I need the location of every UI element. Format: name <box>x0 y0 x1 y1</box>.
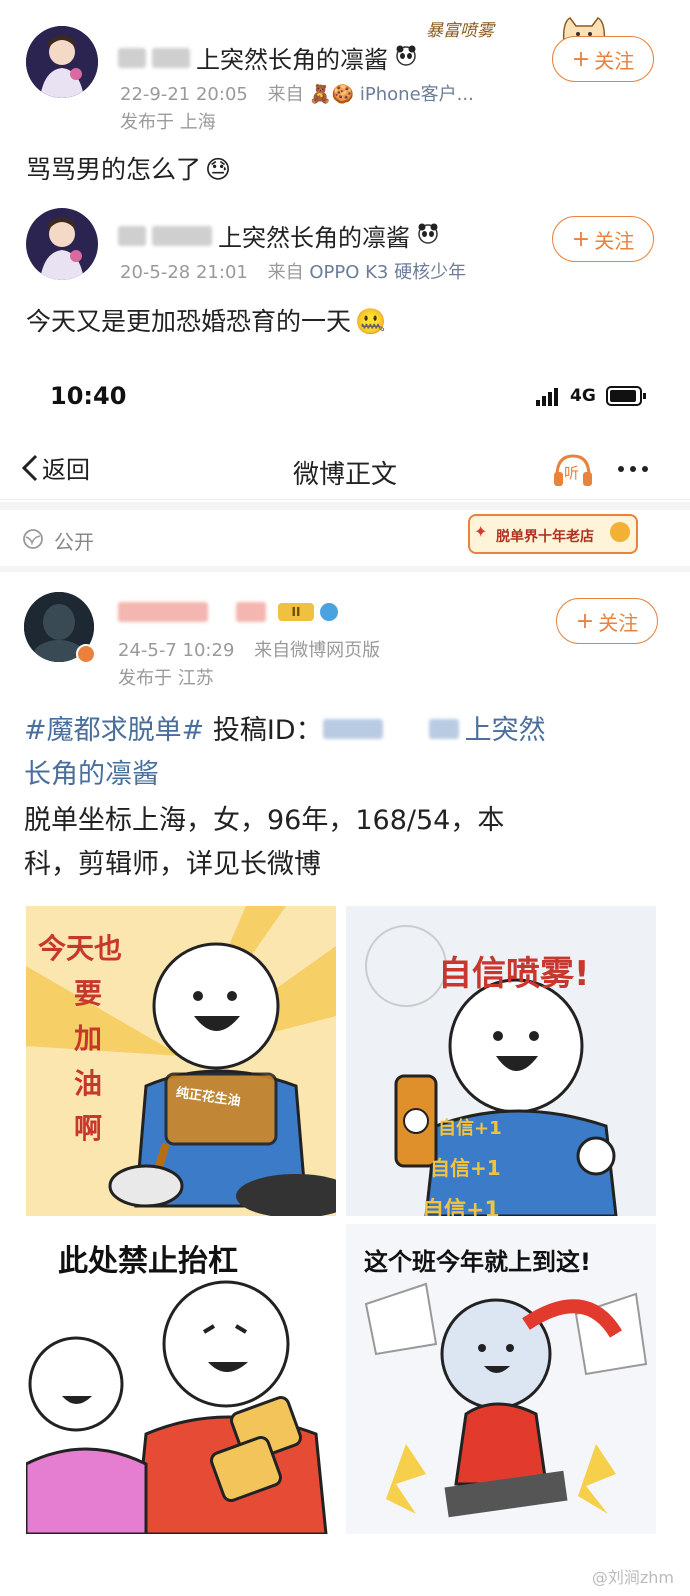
post-time: 22-9-21 20:05 <box>120 84 248 105</box>
post-source[interactable]: OPPO K3 硬核少年 <box>309 262 466 283</box>
username-text: 上突然长角的凛酱 <box>196 46 388 74</box>
zipped-mouth-emoji-icon: 🤐 <box>355 307 387 336</box>
plus-icon: + <box>575 608 595 634</box>
post-text-line-4: 科，剪辑师，详见长微博 <box>24 849 321 880</box>
tile-caption: 今天也 要 加 油 啊 <box>38 926 148 1151</box>
shop-badge: 脱单界十年老店 ✦ <box>468 514 638 554</box>
post-text: 今天又是更加恐婚恐育的一天 🤐 <box>26 302 386 338</box>
image-grid: 今天也 要 加 油 啊 纯正花生油 自信喷雾! 自信+1 自信+1 自信+1 此… <box>26 906 666 1534</box>
image-tile-4[interactable]: 这个班今年就上到这! <box>346 1224 656 1534</box>
image-tile-3[interactable]: 此处禁止抬杠 <box>26 1224 336 1534</box>
more-icon[interactable] <box>618 466 648 472</box>
tile-caption: 此处禁止抬杠 <box>58 1244 238 1279</box>
panda-icon <box>416 222 440 250</box>
post-location: 发布于 上海 <box>120 112 216 133</box>
mention-link[interactable]: 上突然 <box>465 715 546 746</box>
tile-caption: 这个班今年就上到这! <box>364 1248 591 1276</box>
plus-icon: + <box>571 226 591 252</box>
visibility-label: 公开 <box>54 530 94 554</box>
image-tile-2[interactable]: 自信喷雾! 自信+1 自信+1 自信+1 <box>346 906 656 1216</box>
network-type: 4G <box>570 386 596 406</box>
post-location: 发布于 江苏 <box>118 668 214 689</box>
post-time: 24-5-7 10:29 <box>118 640 235 661</box>
hashtag-link[interactable]: #魔都求脱单# <box>24 715 204 746</box>
post-meta: 20-5-28 21:01 来自 OPPO K3 硬核少年 <box>120 258 466 284</box>
blurred-name <box>152 47 190 68</box>
listen-button[interactable]: 听 <box>552 450 594 490</box>
confidence-tag: 自信+1 <box>430 1156 501 1180</box>
confidence-tag: 自信+1 <box>422 1198 500 1216</box>
sun-icon <box>610 522 630 542</box>
blurred-id <box>428 719 459 739</box>
listen-label: 听 <box>564 464 580 482</box>
clock: 10:40 <box>50 382 127 410</box>
blurred-name <box>236 602 266 622</box>
panda-icon <box>394 44 418 72</box>
follow-label: 关注 <box>594 228 635 253</box>
image-tile-1[interactable]: 今天也 要 加 油 啊 纯正花生油 <box>26 906 336 1216</box>
username[interactable]: II <box>118 602 338 622</box>
avatar[interactable] <box>26 208 98 280</box>
username-text: 上突然长角的凛酱 <box>218 224 410 252</box>
mention-link-line-2[interactable]: 长角的凛酱 <box>24 752 159 791</box>
avatar[interactable] <box>26 26 98 98</box>
post-text-content: 今天又是更加恐婚恐育的一天 <box>26 307 352 336</box>
post-time: 20-5-28 21:01 <box>120 262 248 283</box>
username[interactable]: 上突然长角的凛酱 <box>118 40 418 75</box>
blurred-id <box>322 719 383 739</box>
badge-text: 脱单界十年老店 <box>496 529 594 545</box>
battery-icon <box>606 386 646 406</box>
sweat-emoji-icon: 😓 <box>205 155 232 184</box>
badge-text: 暴富喷雾 <box>426 21 494 41</box>
caption-line: 今天也 <box>38 932 123 965</box>
follow-label: 关注 <box>598 610 639 635</box>
visibility-row: 公开 脱单界十年老店 ✦ <box>0 510 690 566</box>
globe-badge-icon <box>320 603 338 621</box>
post-text-content: 骂骂男的怎么了 <box>26 155 202 184</box>
username[interactable]: 上突然长角的凛酱 <box>118 218 440 253</box>
post-source[interactable]: 微博网页版 <box>290 640 380 661</box>
globe-icon <box>23 529 43 549</box>
status-bar: 10:40 4G <box>0 374 690 424</box>
caption-line: 加 <box>74 1022 103 1055</box>
post-meta: 22-9-21 20:05 来自 🧸🍪 iPhone客户... <box>120 80 474 106</box>
nav-bar: 返回 微博正文 听 <box>0 440 690 500</box>
caption-line: 啊 <box>74 1112 103 1145</box>
post-text-segment: 投稿ID： <box>204 715 323 746</box>
firework-icon: ✦ <box>474 522 488 541</box>
source-prefix: 来自 <box>254 640 291 661</box>
post-text: 骂骂男的怎么了 😓 <box>26 150 231 186</box>
caption-line: 油 <box>74 1067 103 1100</box>
confidence-tag: 自信+1 <box>438 1118 502 1139</box>
blurred-name <box>118 225 146 246</box>
post-card-1: 上突然长角的凛酱 暴富喷雾 + 关注 22-9-21 20:05 来自 🧸🍪 iP… <box>0 0 690 190</box>
caption-line: 要 <box>74 977 103 1010</box>
blurred-name <box>118 602 208 622</box>
level-badge: II <box>278 603 314 621</box>
follow-label: 关注 <box>594 48 635 73</box>
bear-icon: 🧸🍪 <box>309 84 355 105</box>
follow-button[interactable]: + 关注 <box>552 36 654 82</box>
tile-caption: 自信喷雾! <box>438 954 590 994</box>
blurred-name <box>152 225 212 246</box>
post-text-line-3: 脱单坐标上海，女，96年，168/54，本 <box>24 805 505 836</box>
post-text-line-1: #魔都求脱单# 投稿ID： 上突然 <box>24 708 546 747</box>
post-meta: 24-5-7 10:29 来自微博网页版 <box>118 636 380 662</box>
post-card-2: 上突然长角的凛酱 + 关注 20-5-28 21:01 来自 OPPO K3 硬核… <box>0 190 690 360</box>
plus-icon: + <box>571 46 591 72</box>
signal-icon <box>536 388 558 406</box>
source-prefix: 来自 <box>267 262 304 283</box>
post-source[interactable]: iPhone客户... <box>360 84 474 105</box>
divider <box>0 502 690 510</box>
follow-button[interactable]: + 关注 <box>552 216 654 262</box>
blurred-name <box>118 47 146 68</box>
verified-badge-icon <box>76 644 96 664</box>
source-prefix: 来自 <box>267 84 304 105</box>
follow-button[interactable]: + 关注 <box>556 598 658 644</box>
watermark: @刘涧zhm <box>591 1568 674 1587</box>
